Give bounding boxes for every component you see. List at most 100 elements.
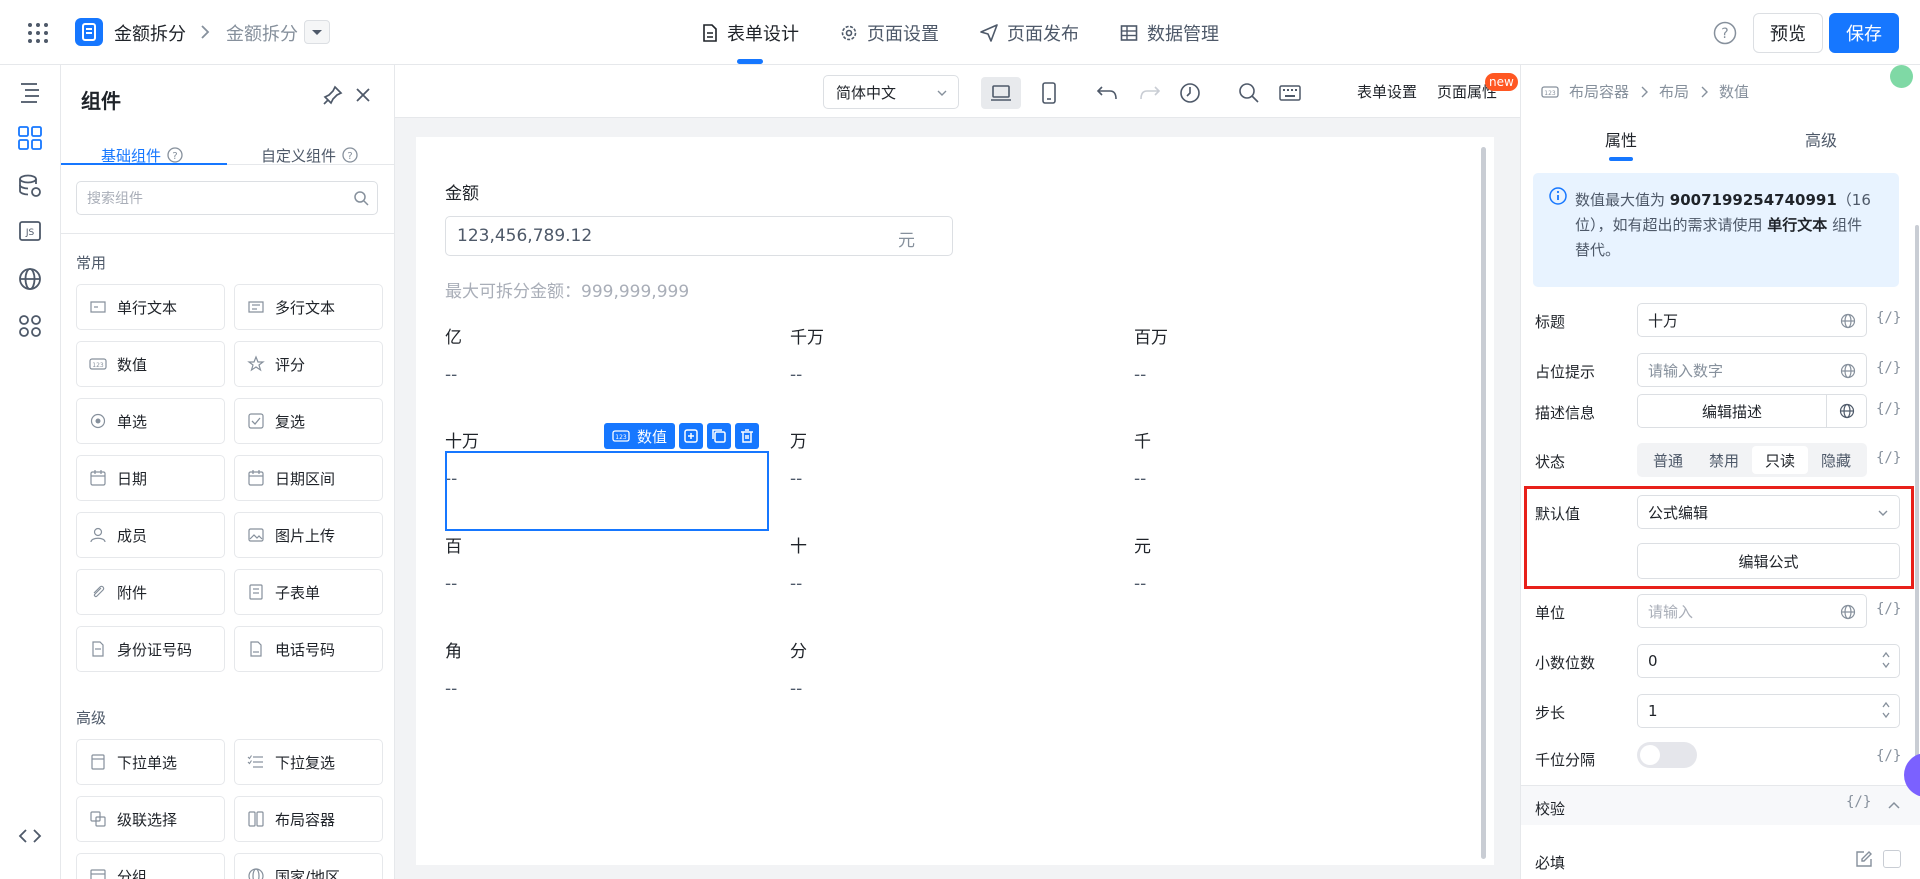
component-item[interactable]: 级联选择 — [76, 796, 225, 842]
app-name-link[interactable]: 金额拆分 — [114, 20, 186, 46]
redo-button[interactable] — [1130, 77, 1170, 109]
component-item[interactable]: 多行文本 — [234, 284, 383, 330]
language-select[interactable]: 简体中文 — [823, 75, 959, 109]
tab-data-management[interactable]: 数据管理 — [1120, 20, 1219, 46]
step-input[interactable]: 1 — [1637, 694, 1900, 728]
edit-description-button[interactable]: 编辑描述 — [1637, 394, 1827, 428]
tab-form-design[interactable]: 表单设计 — [702, 20, 799, 46]
canvas-scrollbar[interactable] — [1481, 147, 1486, 859]
component-item[interactable]: 图片上传 — [234, 512, 383, 558]
unit-formula-button[interactable]: {/} — [1876, 601, 1901, 617]
gear-icon — [841, 25, 857, 41]
breadcrumb-item[interactable]: 布局容器 — [1569, 81, 1629, 102]
form-settings-link[interactable]: 表单设置 — [1357, 81, 1417, 102]
digit-field-label: 十万 — [445, 432, 479, 452]
placeholder-value: 请输入数字 — [1648, 361, 1724, 380]
title-input[interactable]: 十万 — [1637, 303, 1867, 337]
shortcuts-button[interactable] — [1270, 77, 1310, 109]
component-item[interactable]: 复选 — [234, 398, 383, 444]
delete-field-button[interactable] — [735, 423, 760, 449]
plugins-icon[interactable] — [17, 313, 43, 339]
close-icon[interactable] — [353, 85, 373, 105]
help-question-icon[interactable]: ? — [1713, 21, 1737, 45]
validation-section-header[interactable]: 校验 {/} — [1521, 785, 1920, 825]
search-input[interactable] — [87, 182, 337, 214]
component-item[interactable]: 分组 — [76, 853, 225, 879]
tab-custom-components[interactable]: 自定义组件 ? — [261, 135, 358, 175]
undo-button[interactable] — [1087, 77, 1127, 109]
component-item[interactable]: 单行文本 — [76, 284, 225, 330]
thousands-separator-toggle[interactable] — [1637, 742, 1697, 768]
component-item[interactable]: 评分 — [234, 341, 383, 387]
selected-component-tag[interactable]: 123 数值 — [604, 423, 676, 449]
validation-formula-button[interactable]: {/} — [1846, 794, 1871, 810]
required-checkbox[interactable] — [1883, 850, 1901, 868]
pin-icon[interactable] — [323, 85, 343, 105]
save-button[interactable]: 保存 — [1829, 13, 1899, 53]
state-option-readonly[interactable]: 只读 — [1752, 446, 1808, 474]
selected-field-toolbar: 123 数值 — [604, 423, 760, 449]
tab-label: 数据管理 — [1147, 24, 1219, 45]
tab-page-publish[interactable]: 页面发布 — [980, 20, 1079, 46]
toggle-knob — [1640, 745, 1660, 765]
tab-basic-components[interactable]: 基础组件 ? — [101, 135, 183, 175]
apps-grid-icon[interactable] — [26, 21, 50, 45]
globe-icon[interactable] — [17, 266, 43, 292]
component-item[interactable]: 电话号码 — [234, 626, 383, 672]
preview-button[interactable]: 预览 — [1753, 13, 1823, 53]
component-item[interactable]: 国家/地区 — [234, 853, 383, 879]
component-item[interactable]: 单选 — [76, 398, 225, 444]
copy-field-button[interactable] — [707, 423, 732, 449]
component-item[interactable]: 日期区间 — [234, 455, 383, 501]
state-option-hidden[interactable]: 隐藏 — [1808, 446, 1864, 474]
edit-icon[interactable] — [1855, 850, 1873, 868]
history-button[interactable] — [1170, 77, 1210, 109]
edit-formula-button[interactable]: 编辑公式 — [1637, 543, 1900, 579]
description-formula-button[interactable]: {/} — [1876, 401, 1901, 417]
placeholder-formula-button[interactable]: {/} — [1876, 360, 1901, 376]
description-i18n-button[interactable] — [1826, 394, 1867, 428]
thousands-label: 千位分隔 — [1535, 751, 1596, 769]
component-item-label: 日期区间 — [275, 469, 336, 488]
title-formula-button[interactable]: {/} — [1876, 310, 1901, 326]
digit-field-value: -- — [790, 469, 803, 489]
javascript-icon[interactable]: JS — [17, 218, 43, 244]
unit-input[interactable]: 请输入 — [1637, 594, 1867, 628]
properties-panel: 123 布局容器 布局 数值 属性 高级 数值最大值为 900719925474… — [1520, 65, 1920, 879]
search-button[interactable] — [1229, 77, 1269, 109]
component-item[interactable]: 123 数值 — [76, 341, 225, 387]
state-option-disabled[interactable]: 禁用 — [1696, 446, 1752, 474]
component-item[interactable]: 布局容器 — [234, 796, 383, 842]
component-item[interactable]: 子表单 — [234, 569, 383, 615]
component-item[interactable]: 附件 — [76, 569, 225, 615]
component-item[interactable]: 成员 — [76, 512, 225, 558]
component-item[interactable]: 日期 — [76, 455, 225, 501]
selected-field-outline[interactable] — [445, 451, 769, 531]
breadcrumb-item[interactable]: 布局 — [1659, 81, 1689, 102]
outline-tree-icon[interactable] — [17, 79, 43, 105]
default-value-mode-select[interactable]: 公式编辑 — [1637, 495, 1900, 529]
page-dropdown-button[interactable] — [304, 20, 330, 44]
component-item[interactable]: 身份证号码 — [76, 626, 225, 672]
code-icon[interactable] — [17, 823, 43, 849]
add-field-button[interactable] — [679, 423, 704, 449]
tab-advanced[interactable]: 高级 — [1805, 127, 1837, 151]
tab-page-settings[interactable]: 页面设置 — [840, 20, 939, 46]
tab-properties[interactable]: 属性 — [1605, 127, 1637, 151]
component-item[interactable]: 下拉单选 — [76, 739, 225, 785]
properties-scrollbar[interactable] — [1915, 225, 1919, 779]
thousands-formula-button[interactable]: {/} — [1876, 748, 1901, 764]
page-name-link[interactable]: 金额拆分 — [226, 20, 298, 46]
mobile-view-button[interactable] — [1029, 77, 1069, 109]
datasource-icon[interactable] — [17, 173, 43, 199]
number-stepper[interactable] — [1881, 651, 1891, 669]
component-item[interactable]: 下拉复选 — [234, 739, 383, 785]
components-grid-icon[interactable] — [17, 125, 43, 151]
placeholder-input[interactable]: 请输入数字 — [1637, 353, 1867, 387]
state-formula-button[interactable]: {/} — [1876, 450, 1901, 466]
desktop-view-button[interactable] — [981, 77, 1021, 109]
decimals-input[interactable]: 0 — [1637, 644, 1900, 678]
number-stepper[interactable] — [1881, 701, 1891, 719]
state-option-normal[interactable]: 普通 — [1640, 446, 1696, 474]
amount-input[interactable]: 123,456,789.12 元 — [445, 216, 953, 256]
